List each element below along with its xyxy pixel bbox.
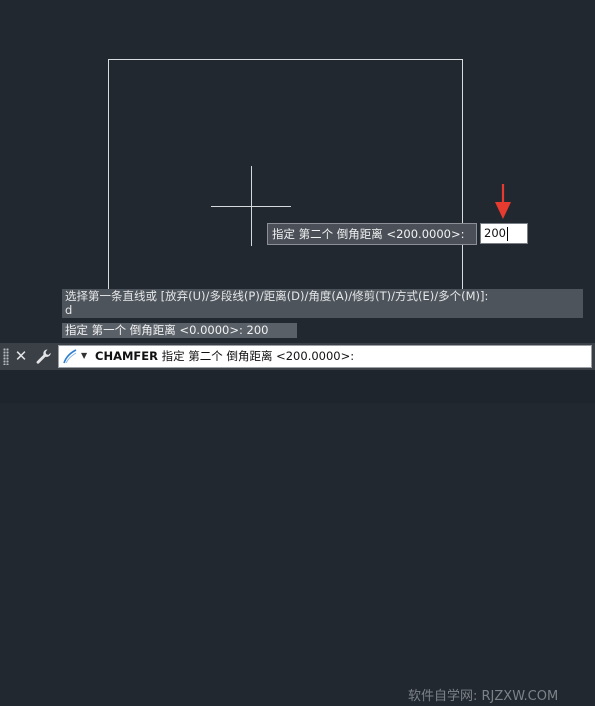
dynamic-input-prompt-text: 指定 第二个 倒角距离 <200.0000>: xyxy=(272,227,465,241)
command-history-last-line: 指定 第一个 倒角距离 <0.0000>: 200 xyxy=(62,323,297,338)
command-history: 选择第一条直线或 [放弃(U)/多段线(P)/距离(D)/角度(A)/修剪(T)… xyxy=(62,289,583,318)
status-area xyxy=(0,370,595,403)
drawing-viewport[interactable]: 指定 第二个 倒角距离 <200.0000>: 200 选择第一条直线或 [放弃… xyxy=(0,0,595,342)
command-name: CHAMFER xyxy=(95,349,158,363)
command-line-icon xyxy=(63,349,77,364)
crosshair-vertical xyxy=(251,166,252,246)
history-line: 指定 第一个 倒角距离 <0.0000>: 200 xyxy=(65,323,269,337)
history-line: d xyxy=(65,303,73,317)
history-line: 选择第一条直线或 [放弃(U)/多段线(P)/距离(D)/角度(A)/修剪(T)… xyxy=(65,289,489,303)
watermark: 软件自学网: RJZXW.COM xyxy=(408,689,559,704)
text-caret xyxy=(506,226,508,241)
drag-grip-handle[interactable] xyxy=(3,348,9,365)
rectangle-object[interactable] xyxy=(108,59,463,309)
command-line-text: CHAMFER 指定 第二个 倒角距离 <200.0000>: xyxy=(95,346,354,367)
close-icon[interactable]: ✕ xyxy=(12,346,30,366)
dropdown-arrow-icon[interactable]: ▼ xyxy=(81,350,90,362)
command-prompt-text: 指定 第二个 倒角距离 <200.0000>: xyxy=(161,349,355,363)
dynamic-input-value: 200 xyxy=(484,226,506,240)
wrench-icon[interactable] xyxy=(34,347,54,367)
dynamic-input-field[interactable]: 200 xyxy=(480,223,528,244)
command-input[interactable]: ▼ CHAMFER 指定 第二个 倒角距离 <200.0000>: xyxy=(58,345,592,368)
command-line-bar: ✕ ▼ CHAMFER 指定 第二个 倒角距离 <200.0000>: 软件自学… xyxy=(0,343,595,704)
red-arrow-annotation-icon xyxy=(495,184,511,219)
dynamic-input-prompt: 指定 第二个 倒角距离 <200.0000>: xyxy=(267,223,477,245)
